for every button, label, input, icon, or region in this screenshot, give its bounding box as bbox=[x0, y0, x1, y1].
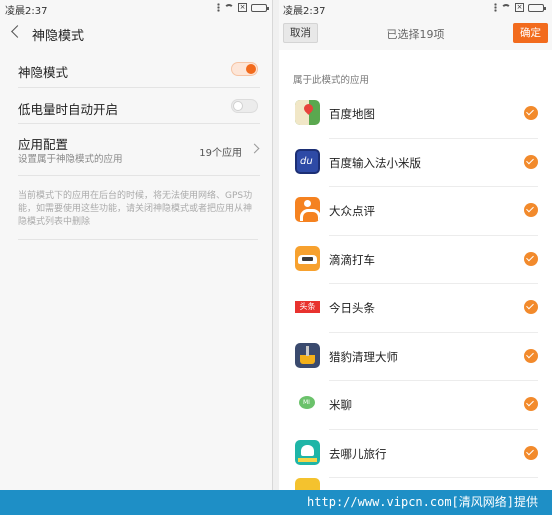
status-icons: × bbox=[217, 3, 269, 12]
status-time-right: 凌晨2:37 bbox=[283, 6, 326, 17]
app-name: 滴滴打车 bbox=[329, 252, 375, 267]
app-row-miliao[interactable]: MI 米聊 bbox=[295, 381, 538, 430]
status-icons-right: × bbox=[494, 3, 546, 12]
chevron-right-icon bbox=[249, 143, 260, 154]
check-icon[interactable] bbox=[524, 445, 538, 460]
app-row-didi[interactable]: 滴滴打车 bbox=[295, 236, 538, 284]
qunar-icon bbox=[295, 439, 320, 465]
didi-icon bbox=[295, 245, 320, 271]
wifi-icon bbox=[501, 3, 511, 12]
row-divider bbox=[329, 477, 538, 478]
toutiao-icon: 头条 bbox=[295, 294, 320, 319]
app-selection-screen: 凌晨2:37 × 取消 已选择19项 确定 属于此模式的应用 百度地图 du 百… bbox=[279, 0, 552, 490]
app-row-baidu-map[interactable]: 百度地图 bbox=[295, 90, 538, 139]
app-name: 百度输入法小米版 bbox=[329, 155, 421, 170]
app-name: 猎豹清理大师 bbox=[329, 349, 398, 364]
title-bar: 神隐模式 bbox=[0, 16, 272, 50]
no-sim-icon: × bbox=[515, 3, 524, 12]
no-sim-icon: × bbox=[238, 3, 247, 12]
app-count: 19个应用 bbox=[199, 148, 242, 159]
stealth-mode-label: 神隐模式 bbox=[18, 65, 69, 80]
miliao-icon: MI bbox=[295, 391, 320, 416]
app-name: 米聊 bbox=[329, 398, 352, 412]
battery-icon bbox=[528, 3, 546, 12]
watermark-banner: http://www.vipcn.com[清风网络]提供 bbox=[0, 490, 552, 515]
page-title: 神隐模式 bbox=[32, 29, 85, 44]
stealth-mode-toggle[interactable] bbox=[231, 62, 258, 76]
selection-title-bar: 取消 已选择19项 确定 bbox=[279, 16, 552, 50]
settings-screen: 凌晨2:37 × 神隐模式 神隐模式 低电量时自动开启 应用配置 设置属于神隐模… bbox=[0, 0, 273, 490]
app-row-qunar[interactable]: 去哪儿旅行 bbox=[295, 430, 538, 478]
battery-icon bbox=[251, 3, 269, 12]
wifi-icon bbox=[224, 3, 234, 12]
back-arrow-icon[interactable] bbox=[11, 25, 24, 38]
app-name: 今日头条 bbox=[329, 301, 375, 315]
low-battery-row[interactable]: 低电量时自动开启 bbox=[18, 88, 260, 124]
stealth-mode-row[interactable]: 神隐模式 bbox=[18, 50, 260, 88]
status-bar: 凌晨2:37 × bbox=[0, 0, 272, 17]
check-icon[interactable] bbox=[524, 106, 538, 120]
status-time: 凌晨2:37 bbox=[5, 6, 48, 17]
low-battery-label: 低电量时自动开启 bbox=[18, 102, 119, 117]
app-name: 去哪儿旅行 bbox=[329, 446, 387, 461]
icon-text: MI bbox=[303, 399, 310, 406]
app-row-cheetah[interactable]: 猎豹清理大师 bbox=[295, 333, 538, 381]
app-row-baidu-input[interactable]: du 百度输入法小米版 bbox=[295, 139, 538, 187]
section-header: 属于此模式的应用 bbox=[293, 75, 370, 86]
cheetah-clean-icon bbox=[295, 342, 320, 368]
check-icon[interactable] bbox=[524, 300, 538, 314]
confirm-button[interactable]: 确定 bbox=[513, 23, 548, 43]
dianping-icon bbox=[295, 197, 320, 222]
check-icon[interactable] bbox=[524, 203, 538, 217]
check-icon[interactable] bbox=[524, 397, 538, 411]
app-row-toutiao[interactable]: 头条 今日头条 bbox=[295, 284, 538, 333]
app-name: 百度地图 bbox=[329, 107, 375, 121]
low-battery-toggle[interactable] bbox=[231, 99, 258, 113]
baidu-map-icon bbox=[295, 100, 320, 125]
app-config-sublabel: 设置属于神隐模式的应用 bbox=[18, 154, 123, 165]
mode-description: 当前模式下的应用在后台的时候，将无法使用网络、GPS功能，如需要使用这些功能，请… bbox=[18, 190, 258, 240]
app-row-dianping[interactable]: 大众点评 bbox=[295, 187, 538, 236]
app-config-row[interactable]: 应用配置 设置属于神隐模式的应用 19个应用 bbox=[18, 124, 260, 176]
icon-text: 头条 bbox=[295, 301, 320, 313]
selection-count-title: 已选择19项 bbox=[386, 28, 445, 41]
signal-dots-icon bbox=[494, 3, 497, 12]
check-icon[interactable] bbox=[524, 154, 538, 169]
check-icon[interactable] bbox=[524, 348, 538, 363]
status-bar-right: 凌晨2:37 × bbox=[279, 0, 552, 17]
check-icon[interactable] bbox=[524, 251, 538, 266]
app-name: 大众点评 bbox=[329, 204, 375, 218]
icon-text: du bbox=[300, 155, 313, 167]
baidu-input-icon: du bbox=[295, 148, 320, 174]
signal-dots-icon bbox=[217, 3, 220, 12]
partial-app-icon bbox=[295, 478, 320, 490]
